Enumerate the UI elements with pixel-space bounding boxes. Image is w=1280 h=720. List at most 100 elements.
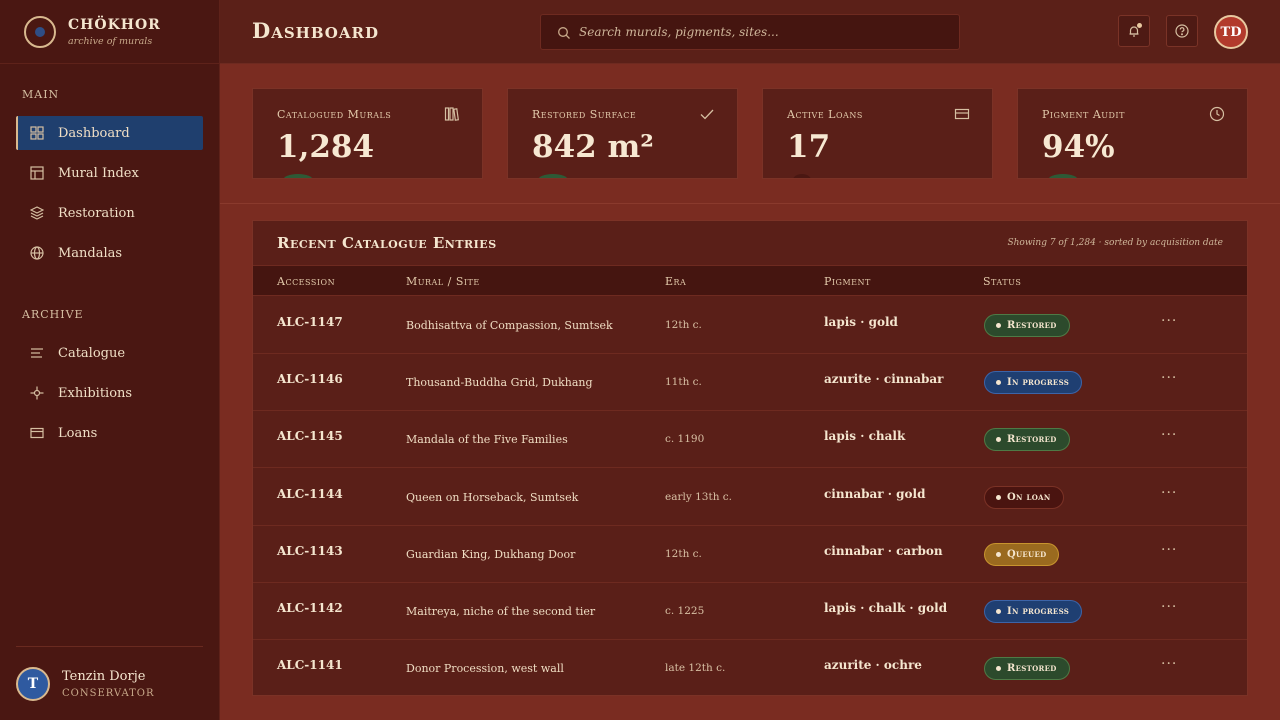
column-header-pigment[interactable]: Pigment (824, 275, 871, 288)
list-icon (30, 346, 44, 360)
status-badge: Queued (984, 542, 1060, 566)
logo-icon (24, 15, 56, 48)
more-actions-button[interactable]: ··· (1161, 485, 1177, 501)
stat-trend-indicator (538, 174, 568, 178)
more-actions-button[interactable]: ··· (1161, 599, 1177, 615)
table-row[interactable]: ALC-1141 Donor Procession, west wall late … (253, 640, 1247, 697)
status-dot (996, 380, 1001, 386)
user-name: Tenzin Dorje (62, 668, 146, 684)
sidebar-item-label: Mandalas (58, 245, 123, 261)
search-input[interactable] (579, 25, 949, 39)
brand-tagline: archive of murals (68, 35, 153, 47)
page-title: Dashboard (252, 18, 379, 43)
sidebar-item-label: Exhibitions (58, 385, 133, 401)
stat-card-catalogued-murals[interactable]: Catalogued Murals 1,284 (252, 88, 483, 179)
status-badge: Restored (984, 314, 1070, 337)
table-row[interactable]: ALC-1142 Maitreya, niche of the second ti… (253, 583, 1247, 640)
sidebar-item-label: Mural Index (58, 165, 139, 181)
mural-cell: Guardian King, Dukhang Door (406, 547, 576, 561)
compass-icon (30, 386, 44, 400)
layout-icon (30, 166, 44, 180)
user-profile[interactable]: T Tenzin Dorje CONSERVATOR (16, 646, 203, 720)
status-dot (996, 551, 1001, 557)
more-actions-button[interactable]: ··· (1161, 427, 1177, 443)
stat-label: Pigment Audit (1042, 108, 1125, 121)
accession-cell[interactable]: ALC-1143 (277, 544, 343, 558)
stat-card-restored-surface[interactable]: Restored Surface 842 m² (507, 88, 738, 179)
column-header-status[interactable]: Status (983, 275, 1021, 288)
era-cell: 12th c. (665, 319, 702, 331)
status-dot (996, 323, 1001, 328)
mural-cell: Thousand-Buddha Grid, Dukhang (406, 376, 593, 390)
table-row[interactable]: ALC-1146 Thousand-Buddha Grid, Dukhang 11t… (253, 354, 1247, 412)
accession-cell[interactable]: ALC-1147 (277, 315, 343, 329)
sidebar-item-exhibitions[interactable]: Exhibitions (16, 376, 203, 410)
stat-label: Active Loans (787, 108, 863, 121)
mural-cell: Donor Procession, west wall (406, 662, 564, 676)
more-actions-button[interactable]: ··· (1161, 370, 1177, 386)
accession-cell[interactable]: ALC-1141 (277, 658, 343, 672)
more-actions-button[interactable]: ··· (1161, 542, 1177, 558)
notification-dot (1137, 23, 1142, 28)
accession-cell[interactable]: ALC-1145 (277, 429, 343, 443)
nav-section-main: MAIN (22, 88, 60, 101)
status-label: Restored (1007, 434, 1057, 446)
table-row[interactable]: ALC-1144 Queen on Horseback, Sumtsek early… (253, 469, 1247, 526)
status-label: On loan (1007, 491, 1051, 503)
sidebar-item-restoration[interactable]: Restoration (16, 196, 203, 230)
mural-cell: Maitreya, niche of the second tier (406, 605, 596, 618)
notifications-button[interactable] (1118, 15, 1150, 47)
sidebar: CHÖKHOR archive of murals MAIN Dashboard… (0, 0, 220, 720)
accession-cell[interactable]: ALC-1142 (277, 601, 343, 615)
mural-cell: Bodhisattva of Compassion, Sumtsek (406, 319, 613, 332)
sidebar-item-dashboard[interactable]: Dashboard (16, 116, 203, 150)
status-dot (996, 494, 1001, 500)
pigment-cell: lapis · gold (824, 315, 898, 329)
search-bar[interactable] (540, 14, 960, 50)
status-dot (996, 666, 1001, 672)
status-badge: On loan (984, 485, 1064, 509)
stat-card-active-loans[interactable]: Active Loans 17 (762, 88, 993, 179)
nav-section-archive: ARCHIVE (22, 308, 84, 321)
column-header-era[interactable]: Era (665, 275, 686, 288)
table-row[interactable]: ALC-1147 Bodhisattva of Compassion, Sumts… (253, 297, 1247, 354)
stat-value: 17 (787, 129, 831, 165)
help-button[interactable] (1166, 15, 1198, 47)
panel-title: Recent Catalogue Entries (277, 234, 497, 252)
stat-label: Catalogued Murals (277, 108, 392, 121)
era-cell: 11th c. (665, 376, 702, 389)
column-header-mural-site[interactable]: Mural / Site (406, 275, 480, 288)
column-header-accession[interactable]: Accession (277, 275, 335, 288)
table-row[interactable]: ALC-1145 Mandala of the Five Families c. 1… (253, 411, 1247, 469)
mural-cell: Queen on Horseback, Sumtsek (406, 490, 579, 504)
status-label: Restored (1007, 663, 1057, 675)
status-label: In progress (1007, 606, 1070, 617)
brand[interactable]: CHÖKHOR archive of murals (0, 0, 219, 64)
sidebar-item-label: Loans (58, 425, 98, 441)
accession-cell[interactable]: ALC-1146 (277, 372, 343, 386)
library-icon (444, 106, 460, 122)
sidebar-item-catalogue[interactable]: Catalogue (16, 336, 203, 370)
avatar: T (16, 666, 50, 701)
more-actions-button[interactable]: ··· (1161, 313, 1177, 329)
brand-name: CHÖKHOR (68, 16, 161, 33)
status-badge: In progress (984, 371, 1083, 395)
stat-value: 94% (1042, 129, 1115, 165)
sidebar-item-mural-index[interactable]: Mural Index (16, 156, 203, 190)
table-row[interactable]: ALC-1143 Guardian King, Dukhang Door 12th … (253, 526, 1247, 583)
recent-entries-panel: Recent Catalogue Entries Showing 7 of 1,… (252, 220, 1248, 696)
accession-cell[interactable]: ALC-1144 (277, 487, 343, 501)
more-actions-button[interactable]: ··· (1161, 656, 1177, 672)
era-cell: c. 1225 (665, 605, 705, 617)
check-icon (699, 106, 715, 122)
status-label: Restored (1007, 320, 1057, 331)
grid-icon (30, 126, 44, 140)
pigment-cell: cinnabar · gold (824, 486, 926, 501)
stat-card-pigment-audit[interactable]: Pigment Audit 94% (1017, 88, 1248, 179)
card-icon (954, 106, 970, 122)
sidebar-item-mandalas[interactable]: Mandalas (16, 236, 203, 270)
sidebar-item-loans[interactable]: Loans (16, 416, 203, 450)
status-label: Queued (1007, 548, 1047, 560)
user-avatar-button[interactable]: TD (1214, 15, 1248, 49)
status-badge: Restored (984, 657, 1070, 681)
